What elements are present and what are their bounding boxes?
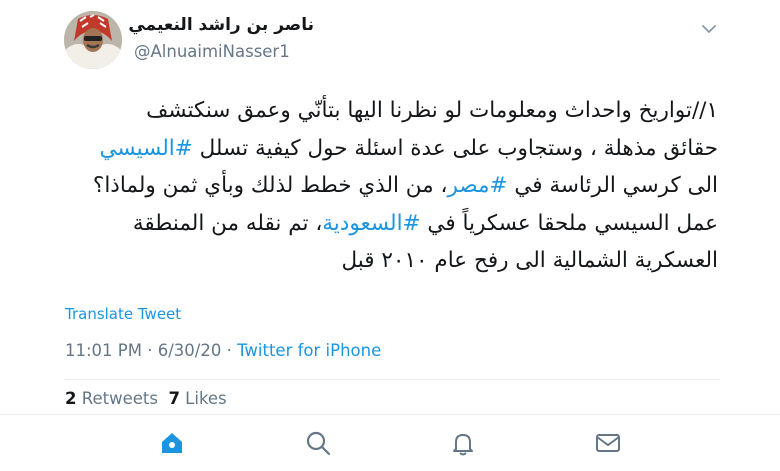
chevron-down-icon[interactable] — [700, 22, 718, 36]
tweet-text-segment: ، تم نقله من المنطقة — [132, 210, 323, 236]
tweet-line: عمل السيسي ملحقا عسكرياً في #السعودية، ت… — [62, 205, 718, 243]
tweet-text-segment: العسكرية الشمالية الى رفح عام ٢٠١٠ قبل — [341, 248, 718, 273]
likes-stat[interactable]: 7 Likes — [168, 389, 226, 408]
bottom-tab-bar — [0, 414, 780, 471]
tweet-stats: 2 Retweets 7 Likes — [65, 389, 227, 408]
divider — [65, 379, 720, 380]
tweet-line: العسكرية الشمالية الى رفح عام ٢٠١٠ قبل — [62, 242, 718, 280]
hashtag-link[interactable]: #السعودية — [322, 211, 420, 236]
timestamp: 11:01 PM · 6/30/20 · — [65, 341, 238, 360]
source-link[interactable]: Twitter for iPhone — [237, 341, 381, 360]
tweet-text-segment: عمل السيسي ملحقا عسكرياً في — [420, 210, 718, 236]
likes-count: 7 — [168, 389, 180, 408]
mail-icon[interactable] — [594, 429, 622, 457]
tweet-line: حقائق مذهلة ، وستجاوب على عدة اسئلة حول … — [62, 130, 718, 168]
avatar-image — [64, 11, 122, 69]
retweets-count: 2 — [65, 389, 77, 408]
tweet-header: ناصر بن راشد النعيمي @AlnuaimiNasser1 — [0, 0, 780, 80]
translate-tweet-link[interactable]: Translate Tweet — [65, 305, 181, 323]
likes-label: Likes — [179, 389, 227, 408]
search-icon[interactable] — [304, 429, 332, 457]
retweets-label: Retweets — [76, 389, 158, 408]
tweet-meta: 11:01 PM · 6/30/20 · Twitter for iPhone — [65, 341, 381, 360]
hashtag-link[interactable]: #السيسي — [99, 136, 192, 161]
avatar[interactable] — [64, 11, 122, 69]
tweet-text: ١//تواريخ واحداث ومعلومات لو نظرنا اليها… — [62, 92, 718, 280]
tweet-text-segment: ١//تواريخ واحداث ومعلومات لو نظرنا اليها… — [146, 98, 718, 123]
tweet-text-segment: ، من الذي خطط لذلك وبأي ثمن ولماذا؟ — [92, 173, 448, 198]
tweet-line: الى كرسي الرئاسة في #مصر، من الذي خطط لذ… — [62, 167, 718, 205]
hashtag-link[interactable]: #مصر — [447, 173, 507, 198]
bell-icon[interactable] — [449, 429, 477, 457]
author-handle[interactable]: @AlnuaimiNasser1 — [134, 42, 290, 61]
author-name[interactable]: ناصر بن راشد النعيمي — [128, 15, 314, 35]
tweet-text-segment: حقائق مذهلة ، وستجاوب على عدة اسئلة حول … — [192, 135, 718, 161]
retweets-stat[interactable]: 2 Retweets — [65, 389, 158, 408]
tweet-text-segment: الى كرسي الرئاسة في — [507, 173, 718, 198]
home-icon[interactable] — [158, 429, 186, 457]
tweet-line: ١//تواريخ واحداث ومعلومات لو نظرنا اليها… — [62, 92, 718, 130]
